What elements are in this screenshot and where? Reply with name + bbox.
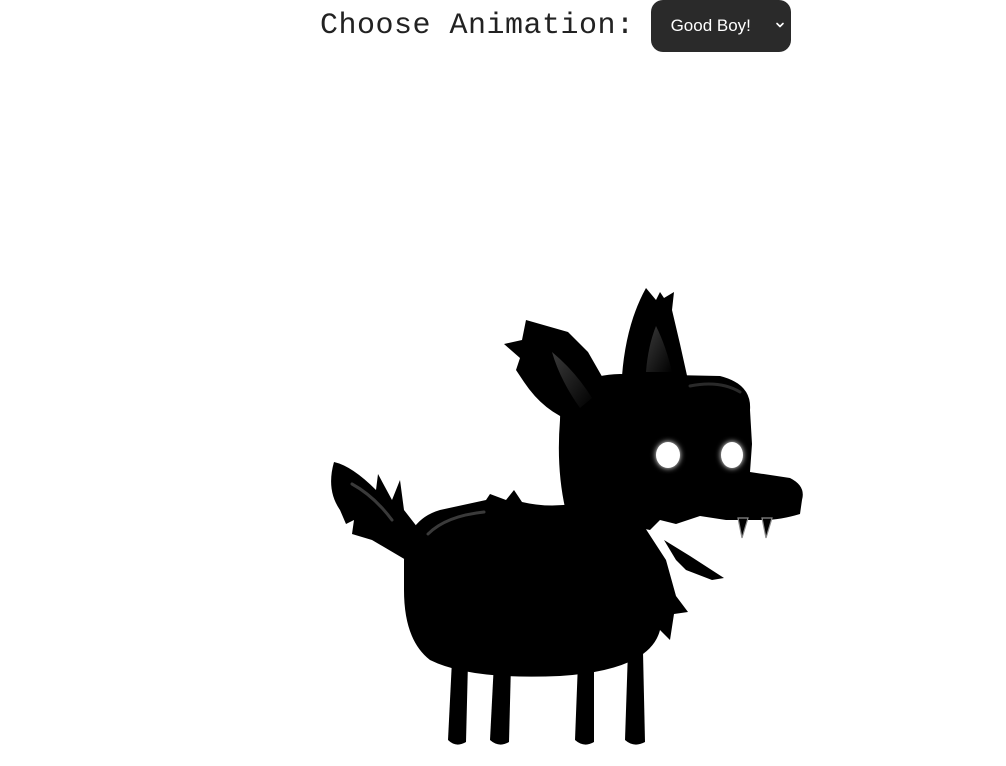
back-leg-left <box>448 660 468 745</box>
front-leg-right <box>625 650 645 745</box>
animation-stage <box>331 288 803 745</box>
eye-right <box>721 442 743 468</box>
shadow-dog-figure <box>331 288 803 745</box>
eye-left <box>656 442 680 468</box>
head <box>558 374 803 530</box>
front-leg-left <box>575 662 594 745</box>
tail <box>331 462 418 560</box>
fang-left <box>737 517 749 539</box>
chest-fur <box>664 540 724 580</box>
fang-right <box>761 517 773 539</box>
